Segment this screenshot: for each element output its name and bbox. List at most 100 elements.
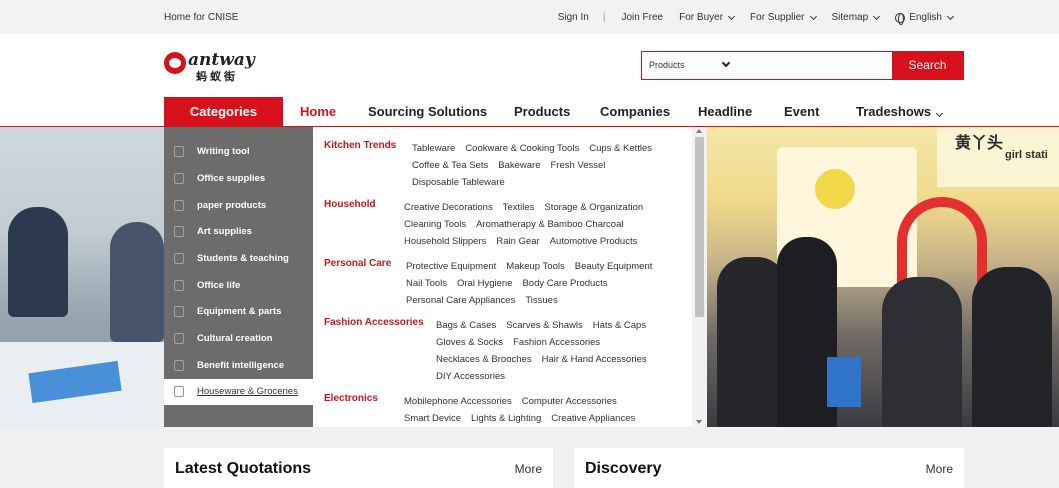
person-silhouette: [110, 222, 164, 342]
latest-quotations-card: Latest Quotations More: [164, 448, 553, 488]
scrollbar-thumb[interactable]: [695, 137, 704, 317]
subcategory-link[interactable]: Mobilephone Accessories: [404, 396, 512, 407]
group-title[interactable]: Personal Care: [324, 258, 391, 269]
subcategory-link[interactable]: Creative Decorations: [404, 202, 493, 213]
sidebar-item-office-supplies[interactable]: Office supplies: [164, 166, 313, 192]
subcategory-link[interactable]: Nail Tools: [406, 278, 447, 289]
subcategory-link[interactable]: Cleaning Tools: [404, 219, 466, 230]
dropdown-scrollbar[interactable]: [692, 127, 707, 427]
search-input[interactable]: [742, 54, 890, 77]
subcategory-link[interactable]: Personal Care Appliances: [406, 295, 515, 306]
nav-companies[interactable]: Companies: [600, 104, 670, 119]
subcategory-link[interactable]: Tissues: [525, 295, 557, 306]
subcategory-link[interactable]: Disposable Tableware: [412, 177, 505, 188]
nav-sourcing-solutions[interactable]: Sourcing Solutions: [368, 104, 487, 119]
sidebar-item-equipment-parts[interactable]: Equipment & parts: [164, 299, 313, 325]
hero-banner: Writing tool Office supplies paper produ…: [0, 127, 1059, 427]
sitemap-menu[interactable]: Sitemap: [832, 12, 881, 23]
subcategory-link[interactable]: Tableware: [412, 143, 455, 154]
subcategory-link[interactable]: Textiles: [503, 202, 535, 213]
chevron-down-icon: [936, 109, 944, 118]
subcategory-link[interactable]: Coffee & Tea Sets: [412, 160, 488, 171]
subcategory-link[interactable]: Hats & Caps: [593, 320, 646, 331]
person-silhouette: [8, 207, 68, 317]
group-links: Tableware Cookware & Cooking Tools Cups & …: [412, 140, 662, 191]
notebook-icon: [174, 200, 184, 211]
subcategory-link[interactable]: Oral Hygiene: [457, 278, 512, 289]
subcategory-link[interactable]: Necklaces & Brooches: [436, 354, 532, 365]
language-menu[interactable]: English: [895, 12, 955, 25]
subcategory-link[interactable]: Fresh Vessel: [550, 160, 605, 171]
sidebar-item-students-teaching[interactable]: Students & teaching: [164, 246, 313, 272]
antway-logo[interactable]: antway 蚂蚁街: [164, 50, 264, 83]
sidebar-item-label: Writing tool: [197, 146, 250, 157]
group-title[interactable]: Household: [324, 199, 376, 210]
join-free-link[interactable]: Join Free: [621, 12, 663, 23]
subcategory-link[interactable]: Gloves & Socks: [436, 337, 503, 348]
nav-event[interactable]: Event: [784, 104, 819, 119]
subcategory-link[interactable]: Storage & Organization: [544, 202, 643, 213]
sidebar-item-label: Office life: [197, 280, 241, 291]
group-title[interactable]: Fashion Accessories: [324, 317, 424, 328]
subcategory-link[interactable]: Makeup Tools: [506, 261, 564, 272]
subcategory-link[interactable]: Bags & Cases: [436, 320, 496, 331]
sidebar-item-cultural-creation[interactable]: Cultural creation: [164, 326, 313, 352]
sidebar-item-benefit-intelligence[interactable]: Benefit intelligence: [164, 353, 313, 379]
subcategory-link[interactable]: Smart Device: [404, 413, 461, 424]
sidebar-item-paper-products[interactable]: paper products: [164, 193, 313, 219]
subcategory-link[interactable]: Household Slippers: [404, 236, 486, 247]
category-sidebar: Writing tool Office supplies paper produ…: [164, 127, 313, 427]
subcategory-link[interactable]: DIY Accessories: [436, 371, 505, 382]
globe-icon: [895, 12, 906, 25]
search-button[interactable]: Search: [892, 52, 963, 79]
header: antway 蚂蚁街 Products Search Categories Ho…: [0, 34, 1059, 127]
group-title[interactable]: Kitchen Trends: [324, 140, 396, 151]
categories-button[interactable]: Categories: [164, 97, 283, 127]
chevron-down-icon: [727, 12, 736, 20]
nav-home[interactable]: Home: [300, 104, 336, 119]
sidebar-item-office-life[interactable]: Office life: [164, 273, 313, 299]
for-buyer-menu[interactable]: For Buyer: [679, 12, 736, 23]
sidebar-item-art-supplies[interactable]: Art supplies: [164, 219, 313, 245]
subcategory-link[interactable]: Cups & Kettles: [589, 143, 652, 154]
search-category-select[interactable]: Products: [649, 60, 685, 70]
stapler-icon: [174, 173, 184, 184]
scroll-up-arrow-icon[interactable]: [696, 129, 702, 133]
group-links: Bags & Cases Scarves & Shawls Hats & Caps …: [436, 317, 657, 385]
nav-products[interactable]: Products: [514, 104, 570, 119]
subcategory-link[interactable]: Rain Gear: [496, 236, 539, 247]
subcategory-link[interactable]: Bakeware: [498, 160, 540, 171]
content-cards: Latest Quotations More Discovery More: [0, 427, 1059, 488]
subcategory-link[interactable]: Hair & Hand Accessories: [542, 354, 647, 365]
subcategory-link[interactable]: Automotive Products: [550, 236, 638, 247]
subcategory-link[interactable]: Fashion Accessories: [513, 337, 600, 348]
sidebar-item-label: Equipment & parts: [197, 306, 282, 317]
subcategory-link[interactable]: Protective Equipment: [406, 261, 496, 272]
group-title[interactable]: Electronics: [324, 393, 378, 404]
subcategory-link[interactable]: Lights & Lighting: [471, 413, 541, 424]
home-link[interactable]: Home for CNISE: [164, 12, 238, 23]
chevron-down-icon[interactable]: [721, 58, 731, 68]
more-link[interactable]: More: [515, 462, 542, 476]
subcategory-link[interactable]: Scarves & Shawls: [506, 320, 583, 331]
logo-chinese-text: 蚂蚁街: [196, 71, 238, 83]
for-supplier-menu[interactable]: For Supplier: [750, 12, 817, 23]
sidebar-item-writing-tool[interactable]: Writing tool: [164, 139, 313, 165]
sign-in-link[interactable]: Sign In: [558, 12, 589, 23]
subcategory-link[interactable]: Aromatherapy & Bamboo Charcoal: [476, 219, 623, 230]
subcategory-link[interactable]: Cookware & Cooking Tools: [465, 143, 579, 154]
chevron-down-icon: [809, 12, 817, 20]
backpack-icon: [174, 253, 184, 264]
banner-photo-left: [0, 127, 164, 427]
sidebar-item-houseware-groceries[interactable]: Houseware & Groceries: [164, 379, 313, 405]
palette-icon: [174, 226, 184, 237]
subcategory-link[interactable]: Beauty Equipment: [575, 261, 653, 272]
nav-headline[interactable]: Headline: [698, 104, 752, 119]
more-link[interactable]: More: [926, 462, 953, 476]
nav-tradeshows[interactable]: Tradeshows: [856, 104, 944, 119]
scroll-down-arrow-icon[interactable]: [696, 420, 702, 424]
sidebar-item-label: Cultural creation: [197, 333, 273, 344]
subcategory-link[interactable]: Computer Accessories: [522, 396, 617, 407]
subcategory-link[interactable]: Body Care Products: [522, 278, 607, 289]
subcategory-link[interactable]: Creative Appliances: [551, 413, 635, 424]
